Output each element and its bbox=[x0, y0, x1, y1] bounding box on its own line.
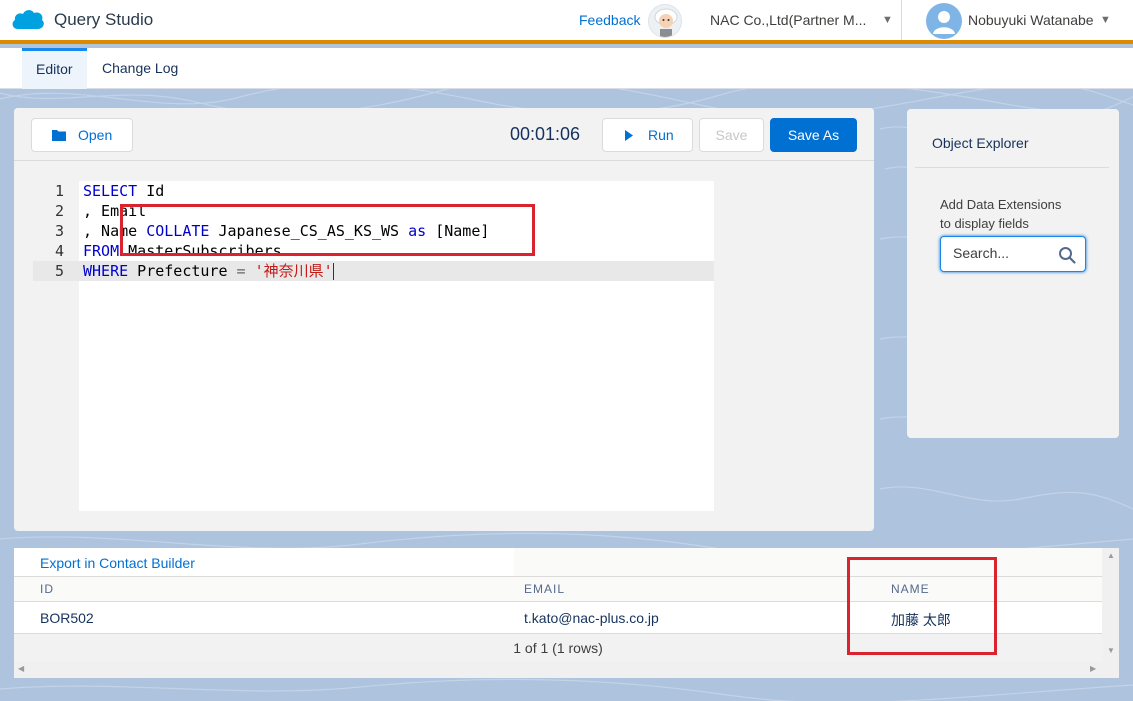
object-explorer-title: Object Explorer bbox=[932, 135, 1029, 151]
object-explorer-panel: Object Explorer Add Data Extensions to d… bbox=[907, 109, 1119, 438]
code-token: FROM bbox=[83, 242, 120, 260]
open-button-label: Open bbox=[78, 127, 113, 143]
app-header: Query Studio Feedback NAC Co.,Ltd(Partne… bbox=[0, 0, 1133, 44]
play-icon bbox=[625, 130, 633, 141]
line-number-gutter: 1 2 3 4 5 bbox=[32, 181, 79, 301]
results-toolbar-band bbox=[514, 548, 1102, 576]
chevron-down-icon[interactable]: ▼ bbox=[1100, 14, 1111, 26]
run-button[interactable]: Run bbox=[602, 118, 693, 152]
search-icon[interactable] bbox=[1058, 246, 1076, 264]
line-number: 2 bbox=[54, 202, 64, 220]
code-token: SELECT bbox=[83, 182, 138, 200]
query-editor-panel: Open 00:01:06 Run Save Save As 1 2 3 4 5… bbox=[14, 108, 874, 531]
code-token: Id bbox=[137, 182, 165, 200]
open-button[interactable]: Open bbox=[31, 118, 133, 152]
horizontal-scrollbar[interactable]: ◀ ▶ bbox=[14, 661, 1102, 678]
code-line[interactable]: SELECT Id bbox=[83, 181, 164, 201]
code-token: Prefecture bbox=[128, 262, 237, 280]
salesforce-cloud-logo[interactable] bbox=[10, 7, 46, 33]
code-line[interactable]: WHERE Prefecture = '神奈川県' bbox=[83, 261, 334, 281]
hint-line: to display fields bbox=[940, 216, 1029, 231]
search-input[interactable] bbox=[953, 245, 1053, 261]
text-cursor bbox=[332, 263, 334, 280]
scroll-left-icon[interactable]: ◀ bbox=[18, 664, 24, 673]
user-name[interactable]: Nobuyuki Watanabe bbox=[968, 12, 1094, 28]
user-avatar-icon[interactable] bbox=[926, 3, 962, 39]
highlight-box-name-column bbox=[847, 557, 997, 655]
line-number: 5 bbox=[54, 262, 64, 280]
line-number: 1 bbox=[54, 182, 64, 200]
vertical-scrollbar[interactable]: ▲ ▼ bbox=[1102, 548, 1119, 678]
save-button[interactable]: Save bbox=[699, 118, 764, 152]
explorer-search-box[interactable] bbox=[940, 236, 1086, 272]
line-number: 4 bbox=[54, 242, 64, 260]
app-title: Query Studio bbox=[54, 10, 154, 29]
save-as-button[interactable]: Save As bbox=[770, 118, 857, 152]
scroll-right-icon[interactable]: ▶ bbox=[1090, 664, 1096, 673]
column-header-email[interactable]: EMAIL bbox=[524, 582, 565, 596]
einstein-avatar bbox=[648, 4, 682, 38]
divider bbox=[915, 167, 1109, 168]
scroll-up-icon[interactable]: ▲ bbox=[1107, 551, 1115, 560]
org-switcher[interactable]: NAC Co.,Ltd(Partner M... bbox=[710, 12, 866, 28]
scroll-down-icon[interactable]: ▼ bbox=[1107, 646, 1115, 655]
tab-bar: Editor Change Log bbox=[0, 48, 1133, 89]
cell-email: t.kato@nac-plus.co.jp bbox=[524, 610, 659, 626]
query-timer: 00:01:06 bbox=[510, 124, 581, 144]
editor-toolbar: Open 00:01:06 Run Save Save As bbox=[14, 108, 874, 161]
explorer-hint: Add Data Extensions to display fields bbox=[940, 195, 1061, 233]
tab-change-log[interactable]: Change Log bbox=[88, 48, 192, 89]
tab-editor[interactable]: Editor bbox=[22, 48, 87, 89]
header-divider bbox=[901, 0, 902, 40]
run-button-label: Run bbox=[648, 127, 674, 143]
export-contact-builder-link[interactable]: Export in Contact Builder bbox=[40, 555, 195, 571]
code-token: = bbox=[236, 262, 246, 280]
chevron-down-icon[interactable]: ▼ bbox=[882, 14, 893, 26]
folder-icon bbox=[52, 130, 66, 141]
cell-id: BOR502 bbox=[40, 610, 94, 626]
code-token: WHERE bbox=[83, 262, 129, 280]
hint-line: Add Data Extensions bbox=[940, 197, 1062, 212]
column-header-id[interactable]: ID bbox=[40, 582, 54, 596]
feedback-link[interactable]: Feedback bbox=[579, 12, 640, 28]
highlight-box-collate bbox=[120, 204, 535, 256]
line-number: 3 bbox=[54, 222, 64, 240]
code-token: '神奈川県' bbox=[254, 262, 333, 280]
